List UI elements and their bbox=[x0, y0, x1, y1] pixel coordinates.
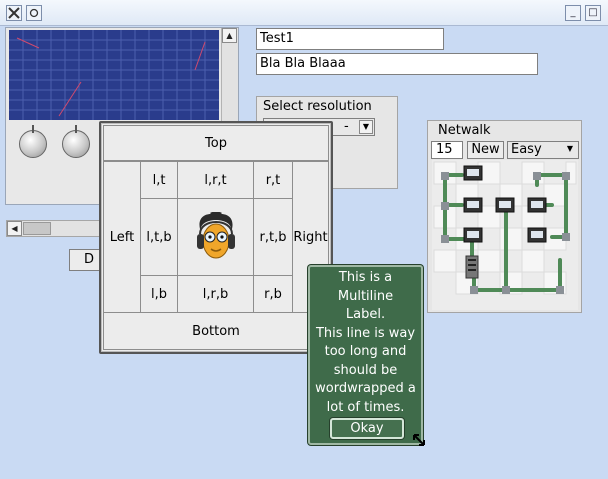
label-line: Label. bbox=[345, 307, 386, 322]
cell-lb: l,b bbox=[140, 275, 178, 313]
multiline-label-dialog: This is a Multiline Label. This line is … bbox=[308, 265, 423, 445]
layout-panel: Top Left Right l,t l,r,t r,t l,t,b r,t,b… bbox=[99, 121, 333, 354]
horizontal-scrollbar[interactable]: ◀ bbox=[6, 220, 106, 237]
maximize-button[interactable]: □ bbox=[585, 5, 601, 21]
netwalk-counter[interactable]: 15 bbox=[431, 141, 463, 159]
center-cell bbox=[177, 198, 254, 276]
scroll-up-icon[interactable]: ▲ bbox=[222, 28, 237, 43]
cell-lt: l,t bbox=[140, 161, 178, 199]
netwalk-board[interactable] bbox=[432, 160, 578, 310]
label-line: wordwrapped a bbox=[315, 381, 416, 396]
netwalk-title: Netwalk bbox=[438, 123, 491, 138]
resolution-label: Select resolution bbox=[263, 99, 372, 114]
okay-button[interactable]: Okay bbox=[330, 418, 404, 439]
label-line: This is a bbox=[338, 270, 393, 285]
resolution-value: - bbox=[344, 119, 349, 134]
cell-lrt: l,r,t bbox=[177, 161, 254, 199]
text-field-test1[interactable]: Test1 bbox=[256, 28, 444, 50]
label-line: Multiline bbox=[337, 288, 394, 304]
circle-icon[interactable] bbox=[26, 5, 42, 21]
cell-lrb: l,r,b bbox=[177, 275, 254, 313]
knob-right[interactable] bbox=[62, 125, 90, 158]
cell-rt: r,t bbox=[253, 161, 293, 199]
cell-bottom: Bottom bbox=[103, 312, 329, 350]
cell-left: Left bbox=[103, 161, 141, 313]
face-icon bbox=[196, 212, 235, 259]
cell-ltb: l,t,b bbox=[140, 198, 178, 276]
difficulty-value: Easy bbox=[511, 142, 542, 157]
label-line: This line is way bbox=[315, 325, 416, 341]
cell-rtb: r,t,b bbox=[253, 198, 293, 276]
minimize-button[interactable]: _ bbox=[565, 5, 581, 21]
scroll-thumb[interactable] bbox=[23, 222, 51, 235]
cell-rb: r,b bbox=[253, 275, 293, 313]
resize-icon[interactable] bbox=[411, 432, 427, 448]
text-field-bla[interactable]: Bla Bla Blaaa bbox=[256, 53, 538, 75]
chevron-down-icon: ▼ bbox=[566, 144, 574, 153]
multiline-label: This is a Multiline Label. This line is … bbox=[312, 269, 419, 417]
knob-left[interactable] bbox=[19, 125, 47, 158]
netwalk-new-button[interactable]: New bbox=[467, 141, 504, 159]
graph-canvas bbox=[9, 30, 219, 120]
difficulty-select[interactable]: Easy ▼ bbox=[507, 141, 579, 159]
chevron-down-icon: ▼ bbox=[359, 120, 373, 134]
vertical-scrollbar[interactable]: ▲ bbox=[221, 28, 238, 123]
label-line: should be bbox=[333, 362, 398, 378]
label-line: too long and bbox=[324, 344, 407, 359]
tools-icon[interactable] bbox=[6, 5, 22, 21]
scroll-left-icon[interactable]: ◀ bbox=[7, 221, 22, 236]
window-titlebar: _ □ bbox=[0, 0, 608, 26]
label-line: lot of times. bbox=[326, 399, 405, 415]
cell-top: Top bbox=[103, 125, 329, 161]
